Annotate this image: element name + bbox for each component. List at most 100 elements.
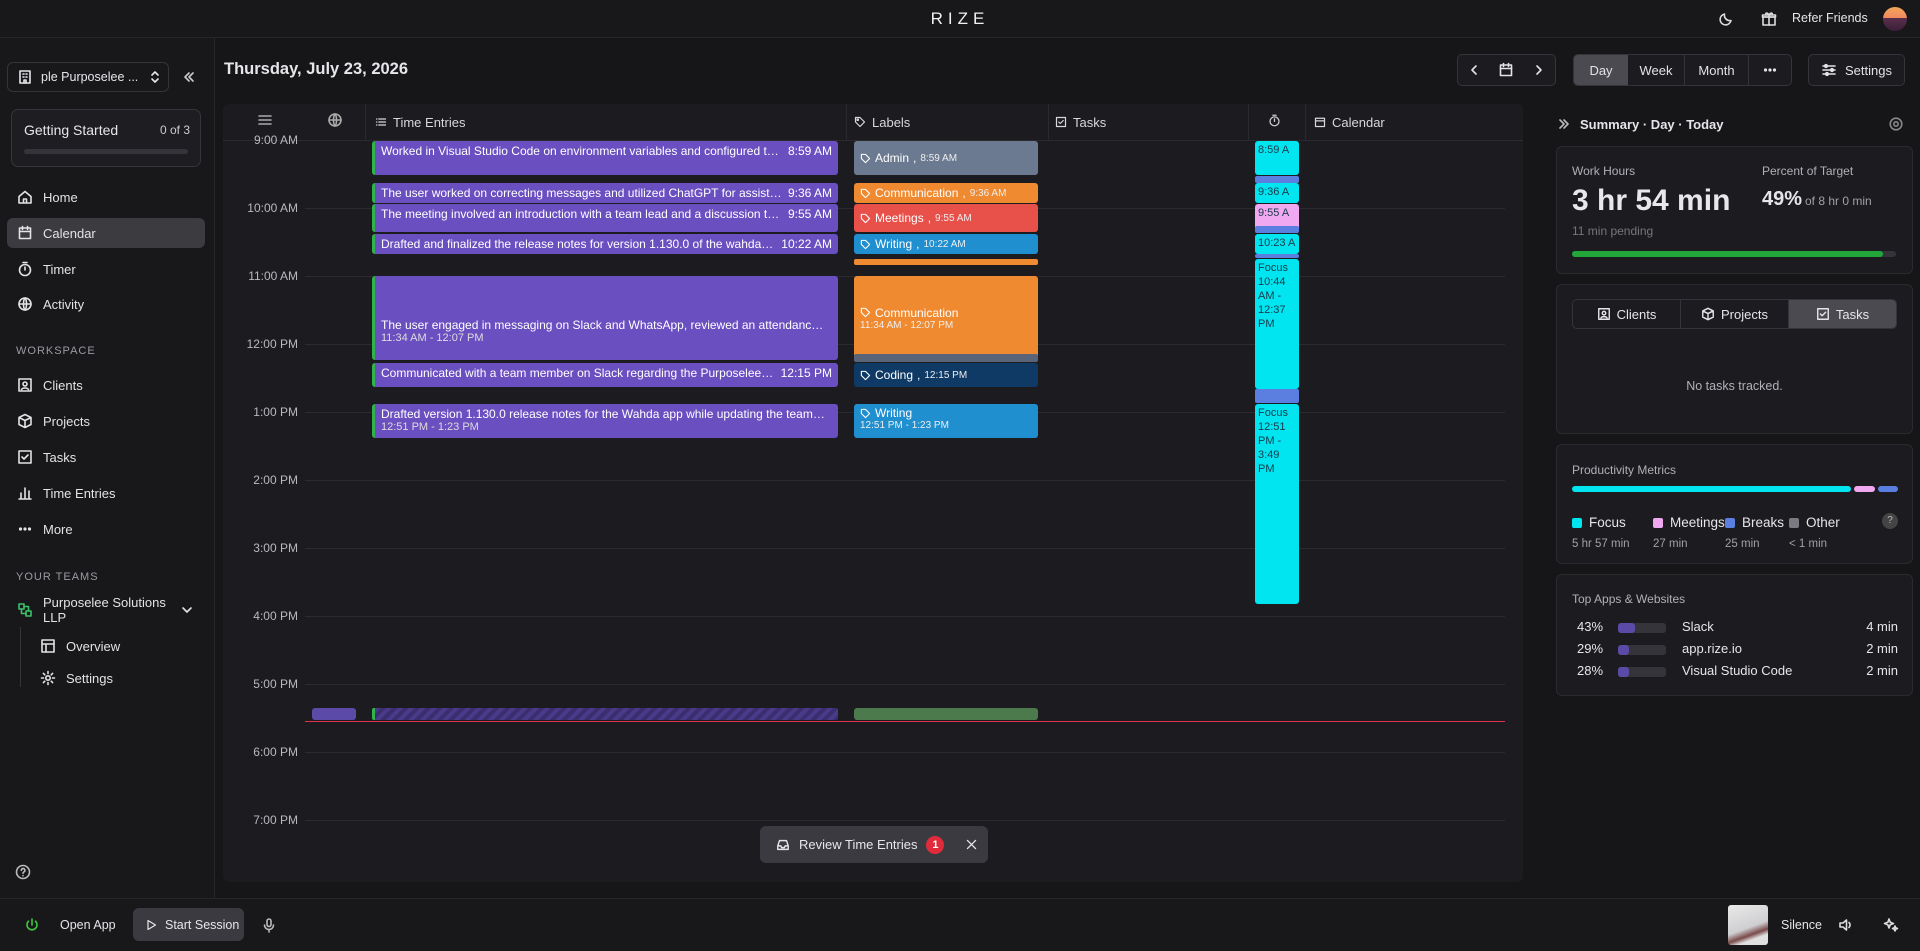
view-month[interactable]: Month <box>1685 55 1749 85</box>
hour-line <box>305 616 1505 617</box>
label-block[interactable]: Writing 12:51 PM - 1:23 PM <box>854 404 1038 438</box>
time-entry[interactable]: The user engaged in messaging on Slack a… <box>372 276 838 360</box>
sidebar-item-tasks[interactable]: Tasks <box>7 442 205 472</box>
metric-name: Other <box>1806 515 1840 530</box>
avatar[interactable] <box>1883 7 1907 31</box>
chevron-right-icon[interactable] <box>1531 62 1547 78</box>
sidebar-item-activity[interactable]: Activity <box>7 289 205 319</box>
tab-projects[interactable]: Projects <box>1681 300 1789 328</box>
tag-icon <box>860 370 871 381</box>
sidebar-item-label: Activity <box>43 296 85 312</box>
in-progress-entry[interactable] <box>372 708 838 720</box>
top-apps-title: Top Apps & Websites <box>1572 592 1686 606</box>
label-block[interactable]: Writing, 10:22 AM <box>854 234 1038 254</box>
tab-clients[interactable]: Clients <box>1573 300 1681 328</box>
sidebar-item-home[interactable]: Home <box>7 182 205 212</box>
entry-text: Communicated with a team member on Slack… <box>381 366 775 380</box>
menu-icon[interactable] <box>257 112 273 128</box>
more-views-icon[interactable] <box>1749 55 1791 85</box>
work-hours-value: 3 hr 54 min <box>1572 184 1731 217</box>
team-overview[interactable]: Overview <box>30 631 200 661</box>
col-divider <box>1048 104 1049 140</box>
label-block[interactable]: Communication 11:34 AM - 12:07 PM <box>854 276 1038 360</box>
team-settings-label: Settings <box>66 670 113 686</box>
microphone-icon[interactable] <box>261 917 277 933</box>
app-percent: 29% <box>1577 641 1604 656</box>
sidebar-item-projects[interactable]: Projects <box>7 406 205 436</box>
time-entry[interactable]: Drafted and finalized the release notes … <box>372 234 838 254</box>
time-entry[interactable]: Drafted version 1.130.0 release notes fo… <box>372 404 838 438</box>
entry-range: 12:51 PM - 1:23 PM <box>381 421 479 433</box>
app-logo: RIZE <box>930 9 990 28</box>
entry-time: 12:15 PM <box>780 366 832 380</box>
settings-button[interactable]: Settings <box>1808 54 1905 86</box>
break-block <box>1255 176 1299 183</box>
entry-time: 9:55 AM <box>787 207 832 221</box>
help-icon[interactable] <box>15 864 31 880</box>
hour-line <box>305 480 1505 481</box>
sidebar-item-timer[interactable]: Timer <box>7 254 205 284</box>
focus-block[interactable]: 8:59 A <box>1255 141 1299 175</box>
getting-started-card[interactable]: Getting Started 0 of 3 <box>11 109 201 167</box>
team-settings[interactable]: Settings <box>30 663 200 693</box>
close-icon[interactable] <box>965 838 978 851</box>
open-app-button[interactable]: Open App <box>60 918 116 932</box>
label-block[interactable]: Admin, 8:59 AM <box>854 141 1038 175</box>
getting-started-progress: 0 of 3 <box>159 123 190 137</box>
label-time: 12:15 PM <box>924 369 968 381</box>
hour-label: 4:00 PM <box>253 609 298 623</box>
collapse-sidebar-icon[interactable] <box>181 69 197 85</box>
col-tasks-label: Tasks <box>1073 114 1107 130</box>
power-icon[interactable] <box>24 917 40 933</box>
focus-segment <box>1572 486 1852 492</box>
team-item[interactable]: Purposelee Solutions LLP <box>7 595 205 625</box>
sidebar-item-more[interactable]: More <box>7 514 205 544</box>
moon-icon[interactable] <box>1718 11 1734 27</box>
time-entry[interactable]: Worked in Visual Studio Code on environm… <box>372 141 838 175</box>
start-session-button[interactable]: Start Session <box>133 908 244 941</box>
metric-swatch <box>1725 517 1735 528</box>
sidebar-item-label: Timer <box>43 261 76 277</box>
sidebar-item-clients[interactable]: Clients <box>7 370 205 400</box>
productivity-title: Productivity Metrics <box>1572 463 1677 477</box>
expand-summary-icon[interactable] <box>1556 116 1572 132</box>
globe-icon[interactable] <box>327 112 343 128</box>
label-block[interactable]: Meetings, 9:55 AM <box>854 204 1038 232</box>
help-icon[interactable]: ? <box>1882 513 1898 529</box>
volume-icon[interactable] <box>1838 917 1854 933</box>
tab-tasks[interactable]: Tasks <box>1789 300 1896 328</box>
time-entry[interactable]: The user worked on correcting messages a… <box>372 183 838 203</box>
sidebar-item-calendar[interactable]: Calendar <box>7 218 205 248</box>
focus-block[interactable]: Focus 10:44 AM - 12:37 PM <box>1255 259 1299 389</box>
in-progress-label[interactable] <box>854 708 1038 720</box>
app-row: 43% Slack 4 min <box>1572 619 1898 637</box>
time-entry[interactable]: Communicated with a team member on Slack… <box>372 363 838 387</box>
label-block[interactable]: Communication, 9:36 AM <box>854 183 1038 203</box>
hour-label: 1:00 PM <box>253 405 298 419</box>
hour-label: 7:00 PM <box>253 813 298 827</box>
sparkles-icon[interactable] <box>1883 917 1899 933</box>
workspace-select[interactable]: ple Purposelee ... <box>7 62 169 92</box>
timer-icon <box>17 261 33 277</box>
clients-icon <box>1597 307 1611 321</box>
metric-value: 5 hr 57 min <box>1572 538 1630 550</box>
focus-block[interactable]: 9:36 A <box>1255 183 1299 203</box>
time-entry[interactable]: The meeting involved an introduction wit… <box>372 204 838 232</box>
productivity-card: Productivity Metrics Focus 5 hr 57 min Mee… <box>1556 444 1913 564</box>
label-time: 10:22 AM <box>923 238 966 250</box>
productivity-bar <box>1572 486 1898 492</box>
percent-of: of 8 hr 0 min <box>1805 194 1872 208</box>
sidebar-item-time-entries[interactable]: Time Entries <box>7 478 205 508</box>
gear-icon[interactable] <box>1888 116 1904 132</box>
focus-block[interactable]: 10:23 A <box>1255 234 1299 254</box>
chevron-left-icon[interactable] <box>1466 62 1482 78</box>
settings-label: Settings <box>1845 62 1892 78</box>
view-week[interactable]: Week <box>1628 55 1685 85</box>
refer-friends-link[interactable]: Refer Friends <box>1792 11 1868 25</box>
label-block[interactable]: Coding, 12:15 PM <box>854 363 1038 387</box>
calendar-picker-icon[interactable] <box>1498 62 1514 78</box>
review-toast[interactable]: Review Time Entries 1 <box>760 826 988 863</box>
label-name: Writing <box>875 406 913 420</box>
view-day[interactable]: Day <box>1574 55 1628 85</box>
focus-block[interactable]: Focus 12:51 PM - 3:49 PM <box>1255 404 1299 604</box>
